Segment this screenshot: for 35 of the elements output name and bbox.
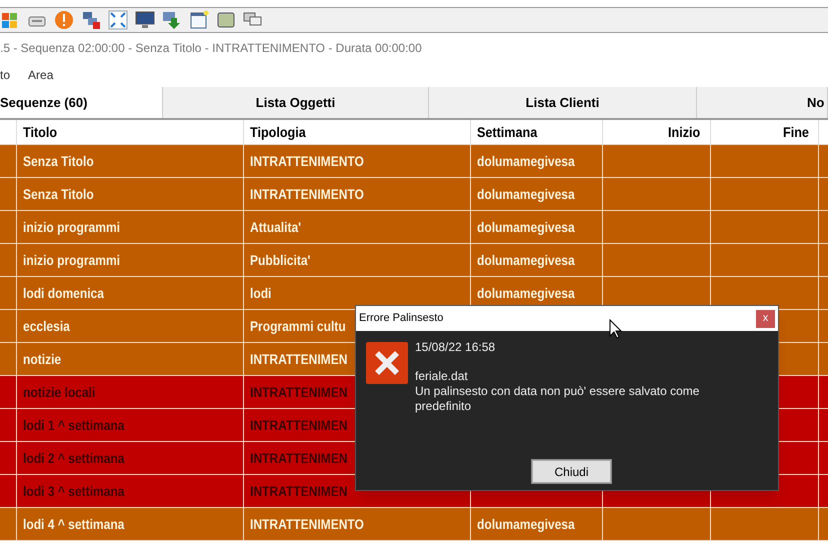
table-cell-text: notizie locali: [23, 382, 96, 402]
window-title: .5 - Sequenza 02:00:00 - Senza Titolo - INTRATTENIMENTO - Durata 00:00:00: [0, 40, 422, 57]
table-cell-text: notizie: [23, 350, 62, 368]
table-cell-text: inizio programmi: [23, 218, 120, 237]
table-cell-text: dolumamegivesa: [477, 284, 575, 303]
table-cell-text: lodi 3 ^ settimana: [23, 482, 124, 500]
table-cell-text: INTRATTENIMENTO: [250, 514, 364, 534]
timestamp: 15/08/22 16:58: [415, 340, 496, 355]
table-cell-text: dolumamegivesa: [477, 218, 575, 237]
table-cell-text: lodi domenica: [23, 284, 104, 302]
table-cell-text: lodi 1 ^ settimana: [23, 416, 124, 434]
table-cell-text: lodi 2 ^ settimana: [23, 448, 124, 468]
table-cell-text: Attualita': [250, 218, 302, 236]
table-cell-text: Pubblicita': [250, 250, 310, 270]
table-cell-text: INTRATTENIMEN: [250, 482, 348, 500]
table-cell-text: dolumamegivesa: [477, 514, 575, 534]
file-name: feriale.dat: [415, 369, 469, 384]
table-cell-text: INTRATTENIMEN: [250, 448, 348, 468]
table-cell-text: Programmi cultu: [250, 316, 346, 336]
table-cell-text: Senza Titolo: [23, 152, 94, 170]
table-cell-text: dolumamegivesa: [477, 152, 575, 171]
table-cell-text: ecclesia: [23, 316, 70, 336]
table-cell-text: lodi: [250, 284, 272, 302]
table-cell-text: dolumamegivesa: [477, 184, 575, 204]
table-cell-text: INTRATTENIMENTO: [250, 184, 364, 204]
table-cell-text: INTRATTENIMEN: [250, 382, 348, 402]
dialog-title: Errore Palinsesto: [359, 311, 444, 326]
table-cell-text: INTRATTENIMEN: [250, 350, 348, 368]
table-cell-text: INTRATTENIMENTO: [250, 152, 364, 170]
table-cell-text: INTRATTENIMEN: [250, 416, 348, 434]
table-cell-text: Senza Titolo: [23, 184, 94, 204]
table-cell-text: lodi 4 ^ settimana: [23, 514, 124, 534]
error-message: Un palinsesto con data non può' essere salvato come predefinito: [415, 384, 700, 414]
table-cell-text: dolumamegivesa: [477, 250, 575, 270]
table-cell-text: inizio programmi: [23, 250, 120, 270]
